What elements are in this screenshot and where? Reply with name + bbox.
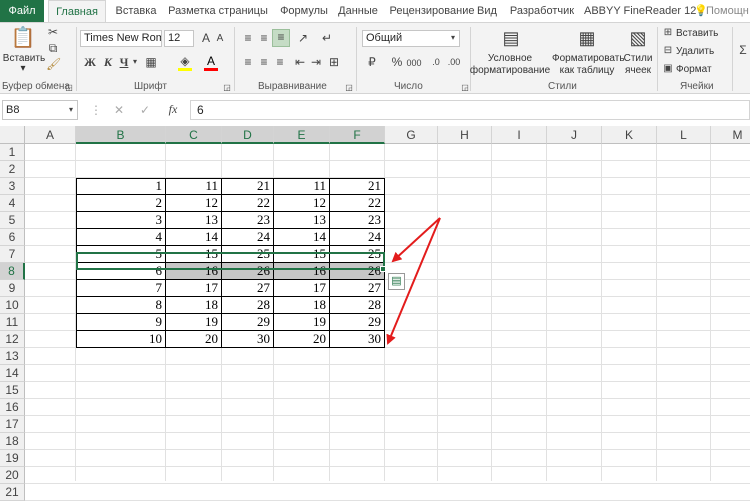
divider bbox=[356, 27, 357, 91]
number-group-label: Число bbox=[394, 81, 423, 92]
gridline bbox=[25, 483, 750, 484]
copy-icon[interactable]: ⧉ bbox=[46, 41, 60, 55]
italic-button[interactable]: К bbox=[102, 55, 114, 69]
annotation-arrows bbox=[386, 217, 441, 345]
cancel-icon[interactable]: ✕ bbox=[112, 103, 126, 117]
align-left-icon[interactable]: ≡ bbox=[240, 55, 256, 69]
format-as-table-button[interactable]: Форматировать bbox=[552, 53, 625, 64]
align-middle-icon[interactable]: ≡ bbox=[256, 31, 272, 45]
tab-formulas[interactable]: Формулы bbox=[272, 0, 336, 22]
format-cells-button[interactable]: Формат bbox=[676, 64, 726, 75]
formula-input[interactable]: 6 bbox=[190, 100, 750, 120]
number-launcher-icon[interactable]: ◲ bbox=[460, 81, 470, 95]
tab-view[interactable]: Вид bbox=[474, 0, 500, 22]
tab-file[interactable]: Файл bbox=[0, 0, 44, 22]
insert-cells-icon[interactable]: ⊞ bbox=[662, 26, 674, 40]
borders-icon[interactable]: ▦ bbox=[144, 55, 158, 69]
format-painter-icon[interactable]: 🖌 bbox=[46, 57, 61, 71]
font-launcher-icon[interactable]: ◲ bbox=[222, 81, 232, 95]
row-header-21[interactable]: 21 bbox=[0, 484, 25, 501]
tab-home[interactable]: Главная bbox=[48, 0, 106, 22]
clipboard-group-label: Буфер обмена bbox=[2, 81, 70, 92]
font-group-label: Шрифт bbox=[134, 81, 167, 92]
fill-color-icon[interactable]: ◈ bbox=[178, 54, 192, 71]
divider bbox=[76, 27, 77, 91]
ribbon-home: 📋 Вставить ▾ ✂ ⧉ 🖌 Буфер обмена ◲ Times … bbox=[0, 22, 750, 94]
font-color-icon[interactable]: A bbox=[204, 54, 218, 71]
arrow-to-row-12 bbox=[386, 217, 441, 345]
cell-styles-button[interactable]: Стили bbox=[620, 53, 656, 64]
align-center-icon[interactable]: ≡ bbox=[256, 55, 272, 69]
tab-data[interactable]: Данные bbox=[330, 0, 386, 22]
name-box-dropdown-icon[interactable]: ▾ bbox=[66, 103, 76, 117]
font-name-select[interactable]: Times New Roma bbox=[80, 30, 162, 47]
divider bbox=[732, 27, 733, 91]
number-format-dropdown-icon[interactable]: ▾ bbox=[448, 31, 458, 45]
tab-developer[interactable]: Разработчик bbox=[506, 0, 578, 22]
cells-group-label: Ячейки bbox=[680, 81, 714, 92]
tell-me-search[interactable]: Помощн bbox=[706, 0, 750, 22]
format-as-table-label[interactable]: как таблицу bbox=[552, 65, 622, 76]
formula-bar: B8 ▾ ⋮ ✕ ✓ fx 6 bbox=[0, 97, 750, 123]
delete-cells-button[interactable]: Удалить bbox=[676, 46, 726, 57]
styles-group-label: Стили bbox=[548, 81, 577, 92]
delete-cells-icon[interactable]: ⊟ bbox=[662, 44, 674, 58]
thousands-separator-button[interactable]: 000 bbox=[404, 56, 424, 70]
cut-icon[interactable]: ✂ bbox=[46, 25, 60, 39]
divider bbox=[234, 27, 235, 91]
grow-font-icon[interactable]: A bbox=[200, 31, 212, 45]
sum-icon[interactable]: Σ bbox=[736, 43, 750, 57]
orientation-icon[interactable]: ↗ bbox=[294, 31, 312, 45]
insert-cells-button[interactable]: Вставить bbox=[676, 28, 726, 39]
paste-dropdown-icon[interactable]: ▾ bbox=[16, 63, 30, 74]
tab-insert[interactable]: Вставка bbox=[108, 0, 164, 22]
paste-icon[interactable]: 📋 bbox=[10, 26, 36, 50]
font-size-select[interactable]: 12 bbox=[164, 30, 194, 47]
arrow-to-row-8 bbox=[391, 217, 441, 263]
alignment-launcher-icon[interactable]: ◲ bbox=[344, 81, 354, 95]
percent-button[interactable]: % bbox=[390, 55, 404, 69]
formula-bar-divider-icon: ⋮ bbox=[90, 103, 102, 117]
conditional-formatting-label[interactable]: форматирование bbox=[468, 65, 552, 76]
alignment-group-label: Выравнивание bbox=[258, 81, 327, 92]
decrease-decimal-icon[interactable]: .00 bbox=[446, 55, 462, 69]
cell-styles-label[interactable]: ячеек bbox=[620, 65, 656, 76]
ribbon-tab-bar: Файл Главная Вставка Разметка страницы Ф… bbox=[0, 0, 750, 22]
currency-icon[interactable]: ₽ bbox=[364, 55, 380, 69]
underline-dropdown-icon[interactable]: ▾ bbox=[130, 55, 140, 69]
wrap-text-icon[interactable]: ↵ bbox=[318, 31, 336, 45]
conditional-formatting-icon[interactable]: ▤ bbox=[500, 26, 522, 50]
align-top-icon[interactable]: ≡ bbox=[240, 31, 256, 45]
format-cells-icon[interactable]: ▣ bbox=[662, 62, 674, 76]
format-as-table-icon[interactable]: ▦ bbox=[576, 26, 598, 50]
decrease-indent-icon[interactable]: ⇤ bbox=[292, 55, 308, 69]
clipboard-launcher-icon[interactable]: ◲ bbox=[64, 81, 74, 95]
bold-button[interactable]: Ж bbox=[84, 55, 96, 69]
increase-decimal-icon[interactable]: .0 bbox=[428, 55, 444, 69]
tab-review[interactable]: Рецензирование bbox=[384, 0, 480, 22]
align-right-icon[interactable]: ≡ bbox=[272, 55, 288, 69]
enter-icon[interactable]: ✓ bbox=[138, 103, 152, 117]
spreadsheet-grid[interactable]: ABCDEFGHIJKLM 1 2 3 4 5 6 7 8 9 10 11 12 13 14 15 16 17 1… bbox=[0, 126, 750, 501]
tab-abbyy[interactable]: ABBYY FineReader 12 bbox=[584, 0, 696, 22]
shrink-font-icon[interactable]: A bbox=[214, 32, 226, 46]
insert-function-button[interactable]: fx bbox=[164, 102, 182, 116]
underline-button[interactable]: Ч bbox=[118, 55, 130, 69]
divider bbox=[657, 27, 658, 91]
align-bottom-icon[interactable]: ≡ bbox=[272, 29, 290, 47]
increase-indent-icon[interactable]: ⇥ bbox=[308, 55, 324, 69]
cell-styles-icon[interactable]: ▧ bbox=[628, 26, 648, 50]
number-format-select[interactable]: Общий bbox=[362, 30, 460, 47]
tab-page-layout[interactable]: Разметка страницы bbox=[162, 0, 274, 22]
merge-cells-icon[interactable]: ⊞ bbox=[326, 55, 342, 69]
conditional-formatting-button[interactable]: Условное bbox=[468, 53, 552, 64]
